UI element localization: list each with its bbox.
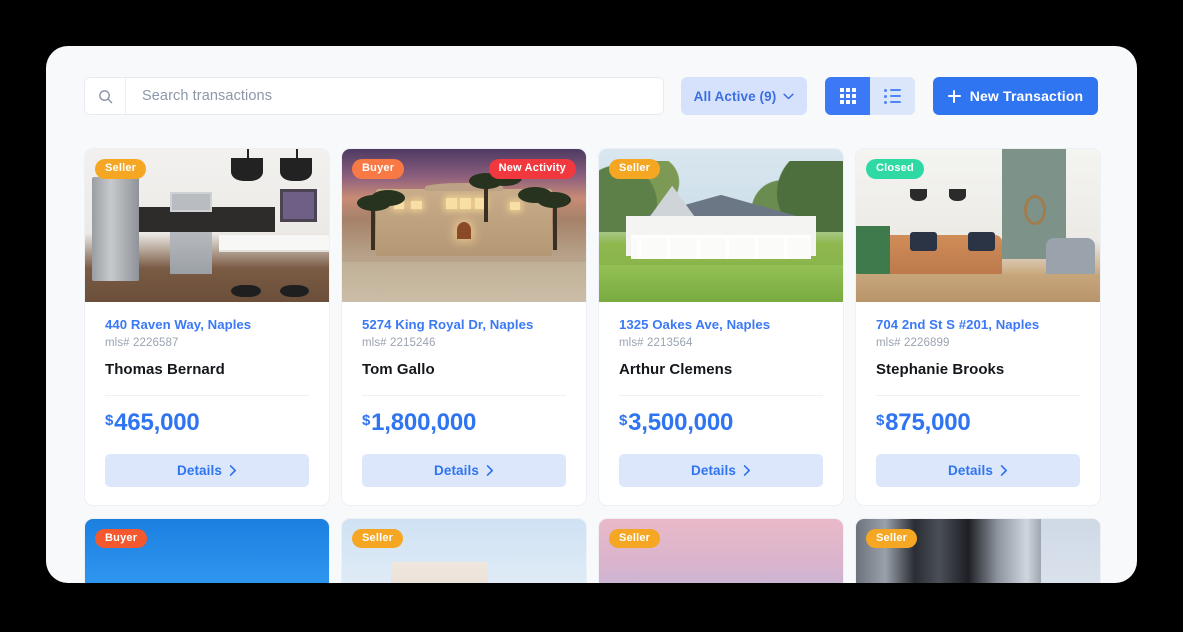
- table-row[interactable]: Buyer: [84, 517, 330, 583]
- property-photo: Buyer: [85, 518, 329, 583]
- status-badge: Closed: [866, 159, 924, 179]
- chevron-right-icon: [229, 464, 237, 476]
- currency-symbol: $: [362, 411, 371, 429]
- view-mode-toggle: [825, 77, 915, 115]
- app-window: All Active (9) New Transaction: [46, 46, 1137, 583]
- status-badge: Buyer: [352, 159, 405, 179]
- property-photo: Buyer New Activity: [342, 149, 586, 302]
- property-photo: Seller: [599, 518, 843, 583]
- details-label: Details: [691, 462, 736, 478]
- mls-number: mls# 2215246: [362, 336, 436, 349]
- currency-symbol: $: [876, 411, 885, 429]
- price-amount: 875,000: [885, 408, 971, 436]
- status-filter-label: All Active (9): [693, 88, 777, 104]
- chevron-right-icon: [1000, 464, 1008, 476]
- client-name: Thomas Bernard: [105, 361, 309, 396]
- list-view-icon: [884, 88, 901, 104]
- status-badge: Seller: [866, 528, 918, 549]
- table-row[interactable]: Buyer New Activity 5274 King Royal Dr, N…: [341, 148, 587, 506]
- grid-view-icon: [839, 88, 856, 104]
- client-name: Tom Gallo: [362, 361, 566, 396]
- status-filter-dropdown[interactable]: All Active (9): [681, 77, 807, 115]
- price: $875,000: [876, 408, 1080, 436]
- card-body: 704 2nd St S #201, Naples mls# 2226899 S…: [856, 302, 1100, 505]
- toolbar: All Active (9) New Transaction: [84, 77, 1098, 115]
- price-amount: 465,000: [114, 408, 200, 436]
- property-address[interactable]: 5274 King Royal Dr, Naples: [362, 317, 566, 333]
- details-button[interactable]: Details: [362, 453, 566, 487]
- client-name: Arthur Clemens: [619, 361, 823, 396]
- transaction-card-grid: Seller 440 Raven Way, Naples mls# 222658…: [84, 148, 1104, 583]
- table-row[interactable]: Seller: [855, 517, 1101, 583]
- details-button[interactable]: Details: [876, 453, 1080, 487]
- table-row[interactable]: Seller 440 Raven Way, Naples mls# 222658…: [84, 148, 330, 506]
- status-badge: Buyer: [95, 528, 148, 549]
- card-body: 440 Raven Way, Naples mls# 2226587 Thoma…: [85, 302, 329, 505]
- activity-badge: New Activity: [488, 159, 576, 179]
- price: $465,000: [105, 408, 309, 436]
- property-address[interactable]: 704 2nd St S #201, Naples: [876, 317, 1080, 333]
- details-label: Details: [948, 462, 993, 478]
- table-row[interactable]: Closed 704 2nd St S #201, Naples mls# 22…: [855, 148, 1101, 506]
- plus-icon: [947, 89, 961, 103]
- property-address[interactable]: 1325 Oakes Ave, Naples: [619, 317, 823, 333]
- new-transaction-label: New Transaction: [969, 88, 1084, 104]
- card-body: 5274 King Royal Dr, Naples mls# 2215246 …: [342, 302, 586, 505]
- mls-number: mls# 2213564: [619, 336, 693, 349]
- status-badge: Seller: [609, 528, 661, 549]
- property-photo: Seller: [599, 149, 843, 302]
- status-badge: Seller: [609, 159, 661, 179]
- table-row[interactable]: Seller: [598, 517, 844, 583]
- mls-number: mls# 2226899: [876, 336, 950, 349]
- table-row[interactable]: Seller 1325 Oakes Ave, Naples mls# 22135…: [598, 148, 844, 506]
- search-icon: [85, 78, 126, 114]
- property-address[interactable]: 440 Raven Way, Naples: [105, 317, 309, 333]
- status-badge: Seller: [95, 159, 147, 179]
- search-bar[interactable]: [84, 77, 664, 115]
- list-view-button[interactable]: [870, 77, 915, 115]
- client-name: Stephanie Brooks: [876, 361, 1080, 396]
- price: $3,500,000: [619, 408, 823, 436]
- details-button[interactable]: Details: [105, 453, 309, 487]
- chevron-right-icon: [486, 464, 494, 476]
- currency-symbol: $: [619, 411, 628, 429]
- property-photo: Seller: [342, 518, 586, 583]
- search-input[interactable]: [126, 78, 663, 114]
- grid-view-button[interactable]: [825, 77, 870, 115]
- card-body: 1325 Oakes Ave, Naples mls# 2213564 Arth…: [599, 302, 843, 505]
- price: $1,800,000: [362, 408, 566, 436]
- status-badge: Seller: [352, 528, 404, 549]
- price-amount: 1,800,000: [371, 408, 477, 436]
- property-photo: Seller: [85, 149, 329, 302]
- mls-number: mls# 2226587: [105, 336, 179, 349]
- new-transaction-button[interactable]: New Transaction: [933, 77, 1098, 115]
- property-photo: Seller: [856, 518, 1100, 583]
- details-label: Details: [177, 462, 222, 478]
- details-button[interactable]: Details: [619, 453, 823, 487]
- property-photo: Closed: [856, 149, 1100, 302]
- price-amount: 3,500,000: [628, 408, 734, 436]
- currency-symbol: $: [105, 411, 114, 429]
- table-row[interactable]: Seller: [341, 517, 587, 583]
- chevron-right-icon: [743, 464, 751, 476]
- details-label: Details: [434, 462, 479, 478]
- chevron-down-icon: [783, 93, 794, 99]
